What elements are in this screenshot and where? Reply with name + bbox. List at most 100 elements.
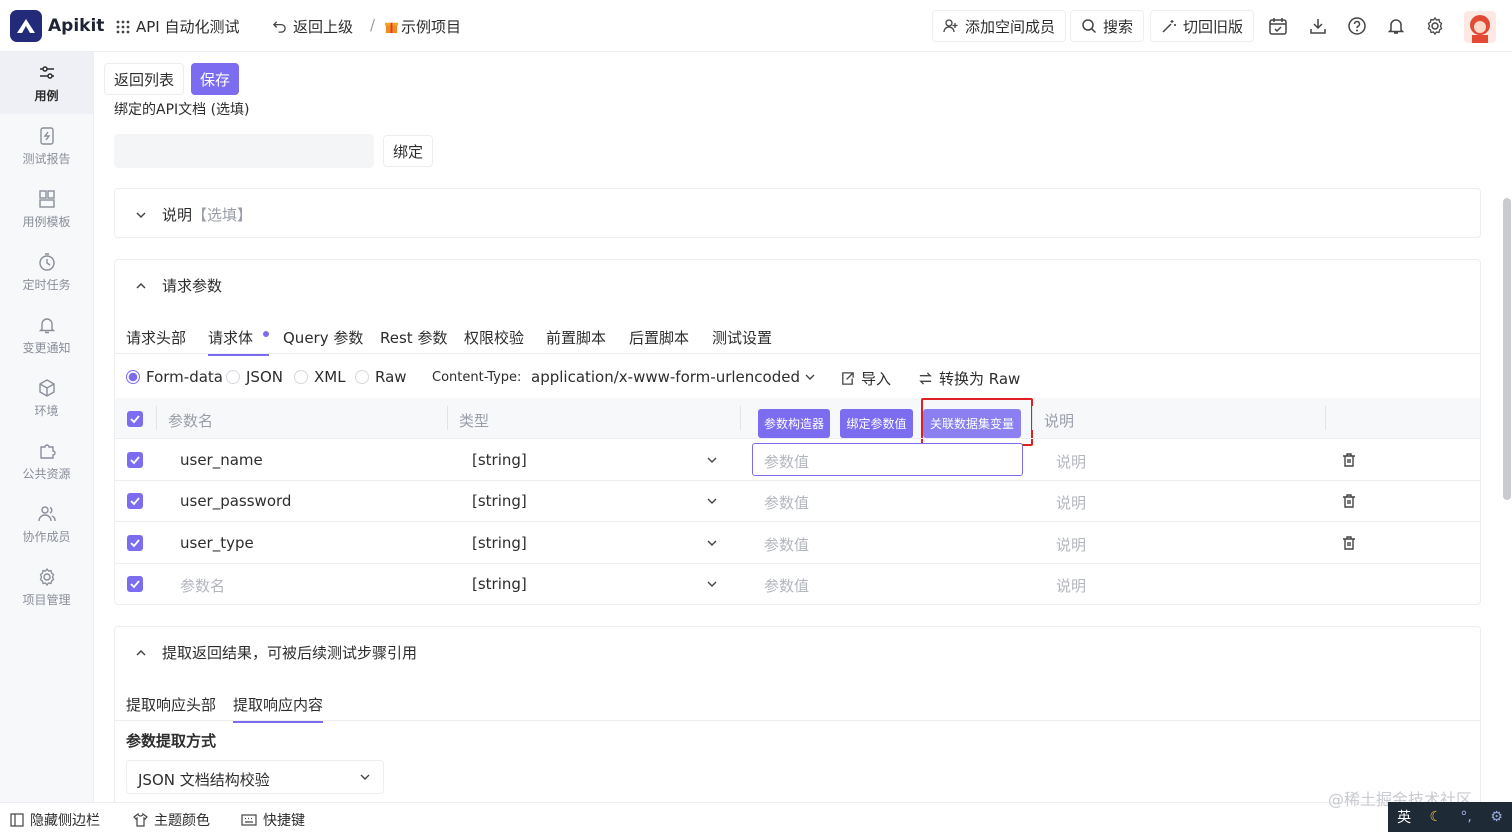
param-name-cell[interactable]: user_name [180, 451, 263, 469]
settings-gear-icon[interactable] [1425, 16, 1445, 36]
tab-post-script[interactable]: 后置脚本 [629, 327, 689, 348]
tab-test-settings[interactable]: 测试设置 [712, 327, 772, 348]
add-member-button[interactable]: 添加空间成员 [932, 10, 1067, 42]
convert-raw-button[interactable]: 转换为 Raw [918, 368, 1020, 389]
back-to-list-button[interactable]: 返回列表 [104, 63, 185, 95]
tab-request-headers[interactable]: 请求头部 [126, 327, 186, 348]
sidebar-item-cases[interactable]: 用例 [0, 52, 93, 114]
col-header-name: 参数名 [168, 412, 214, 430]
param-type-cell[interactable]: [string] [472, 492, 527, 510]
trash-icon[interactable] [1341, 493, 1357, 509]
tab-extract-headers[interactable]: 提取响应头部 [126, 694, 216, 715]
param-type-cell[interactable]: [string] [472, 451, 527, 469]
param-name-cell[interactable]: user_type [180, 534, 254, 552]
main-scrollbar[interactable] [1503, 198, 1511, 500]
hide-sidebar-label: 隐藏侧边栏 [30, 813, 100, 829]
extract-method-label: 参数提取方式 [126, 732, 217, 750]
sidebar-item-test-report[interactable]: 测试报告 [0, 115, 93, 177]
tab-extract-body[interactable]: 提取响应内容 [233, 694, 324, 723]
project-breadcrumb[interactable]: 示例项目 [384, 16, 461, 37]
format-json-radio[interactable]: JSON [226, 368, 283, 386]
chevron-down-icon[interactable] [706, 578, 718, 590]
param-builder-button[interactable]: 参数构造器 [758, 409, 830, 438]
bind-button[interactable]: 绑定 [383, 135, 434, 167]
tab-pre-script[interactable]: 前置脚本 [546, 327, 606, 348]
convert-icon [919, 372, 932, 385]
chevron-up-icon [136, 649, 146, 656]
param-desc-cell[interactable]: 说明 [1056, 534, 1086, 555]
tab-rest-params[interactable]: Rest 参数 [380, 327, 447, 348]
sidebar-item-project-management[interactable]: 项目管理 [0, 556, 93, 618]
shortcuts-button[interactable]: 快捷键 [241, 810, 305, 830]
chevron-down-icon[interactable] [706, 454, 718, 466]
param-name-cell[interactable]: user_password [180, 492, 291, 510]
extract-header[interactable]: 提取返回结果，可被后续测试步骤引用 [134, 642, 417, 663]
bind-doc-input[interactable] [114, 134, 374, 168]
module-switcher[interactable]: API 自动化测试 [116, 16, 240, 37]
tab-query-params[interactable]: Query 参数 [283, 327, 363, 348]
row-checkbox[interactable] [127, 576, 143, 592]
hide-sidebar-button[interactable]: 隐藏侧边栏 [10, 810, 100, 830]
content-type-select[interactable]: application/x-www-form-urlencoded [531, 368, 800, 386]
param-value-cell[interactable]: 参数值 [764, 492, 809, 513]
sidebar-item-change-notify[interactable]: 变更通知 [0, 304, 93, 366]
notification-bell-icon[interactable] [1386, 16, 1406, 36]
chevron-down-icon[interactable] [706, 537, 718, 549]
apikit-logo[interactable] [10, 10, 42, 42]
save-button[interactable]: 保存 [191, 63, 240, 95]
description-header[interactable]: 说明【选填】 [134, 204, 252, 225]
param-type-cell[interactable]: [string] [472, 575, 527, 593]
import-button[interactable]: 导入 [840, 368, 891, 389]
format-raw-radio[interactable]: Raw [355, 368, 407, 386]
param-value-cell[interactable]: 参数值 [764, 575, 809, 596]
select-all-checkbox[interactable] [127, 411, 143, 427]
theme-color-button[interactable]: 主题颜色 [133, 810, 210, 830]
sidebar-item-case-template[interactable]: 用例模板 [0, 178, 93, 240]
bind-param-value-button[interactable]: 绑定参数值 [840, 409, 913, 438]
convert-label: 转换为 Raw [939, 370, 1021, 388]
download-icon[interactable] [1308, 16, 1328, 36]
param-type-cell[interactable]: [string] [472, 534, 527, 552]
param-desc-cell[interactable]: 说明 [1056, 451, 1086, 472]
old-version-button[interactable]: 切回旧版 [1150, 10, 1255, 42]
row-checkbox[interactable] [127, 535, 143, 551]
request-params-header[interactable]: 请求参数 [134, 275, 222, 296]
param-value-cell[interactable]: 参数值 [764, 534, 809, 555]
param-desc-cell[interactable]: 说明 [1056, 492, 1086, 513]
trash-icon[interactable] [1341, 452, 1357, 468]
sidebar-item-public-resources[interactable]: 公共资源 [0, 430, 93, 492]
chevron-down-icon[interactable] [804, 371, 816, 383]
param-name-cell[interactable]: 参数名 [180, 575, 225, 596]
search-button[interactable]: 搜索 [1070, 10, 1145, 42]
format-form-data-radio[interactable]: Form-data [126, 368, 223, 386]
description-section[interactable] [114, 188, 1481, 238]
row-checkbox[interactable] [127, 493, 143, 509]
col-header-desc: 说明 [1044, 412, 1075, 430]
sidebar-item-label: 环境 [34, 403, 59, 418]
sidebar-item-scheduled-tasks[interactable]: 定时任务 [0, 241, 93, 303]
chevron-up-icon [136, 282, 146, 289]
help-icon[interactable] [1347, 16, 1367, 36]
trash-icon[interactable] [1341, 535, 1357, 551]
bind-doc-label: 绑定的API文档 (选填) [114, 102, 250, 118]
param-desc-cell[interactable]: 说明 [1056, 575, 1086, 596]
calendar-icon[interactable] [1268, 16, 1288, 36]
user-avatar[interactable] [1464, 11, 1496, 43]
sidebar-item-collaborators[interactable]: 协作成员 [0, 493, 93, 555]
tab-auth[interactable]: 权限校验 [464, 327, 524, 348]
tabs-divider [114, 353, 1481, 354]
sidebar-item-environment[interactable]: 环境 [0, 367, 93, 429]
extract-method-select[interactable]: JSON 文档结构校验 [126, 760, 384, 794]
extract-method-value: JSON 文档结构校验 [138, 771, 270, 789]
row-checkbox[interactable] [127, 452, 143, 468]
shortcuts-label: 快捷键 [263, 813, 305, 829]
col-divider [156, 406, 157, 430]
chevron-down-icon[interactable] [706, 495, 718, 507]
tab-request-body[interactable]: 请求体 [208, 327, 270, 356]
description-optional: 【选填】 [192, 206, 253, 224]
format-xml-radio[interactable]: XML [294, 368, 346, 386]
ime-toolbar[interactable]: 英 ☾ °, ⚙ [1388, 802, 1512, 832]
row-divider [114, 521, 1480, 522]
top-header: Apikit API 自动化测试 返回上级 / 示例项目 添加空间成员 搜索 切… [0, 0, 1512, 52]
back-parent-link[interactable]: 返回上级 [272, 16, 353, 37]
